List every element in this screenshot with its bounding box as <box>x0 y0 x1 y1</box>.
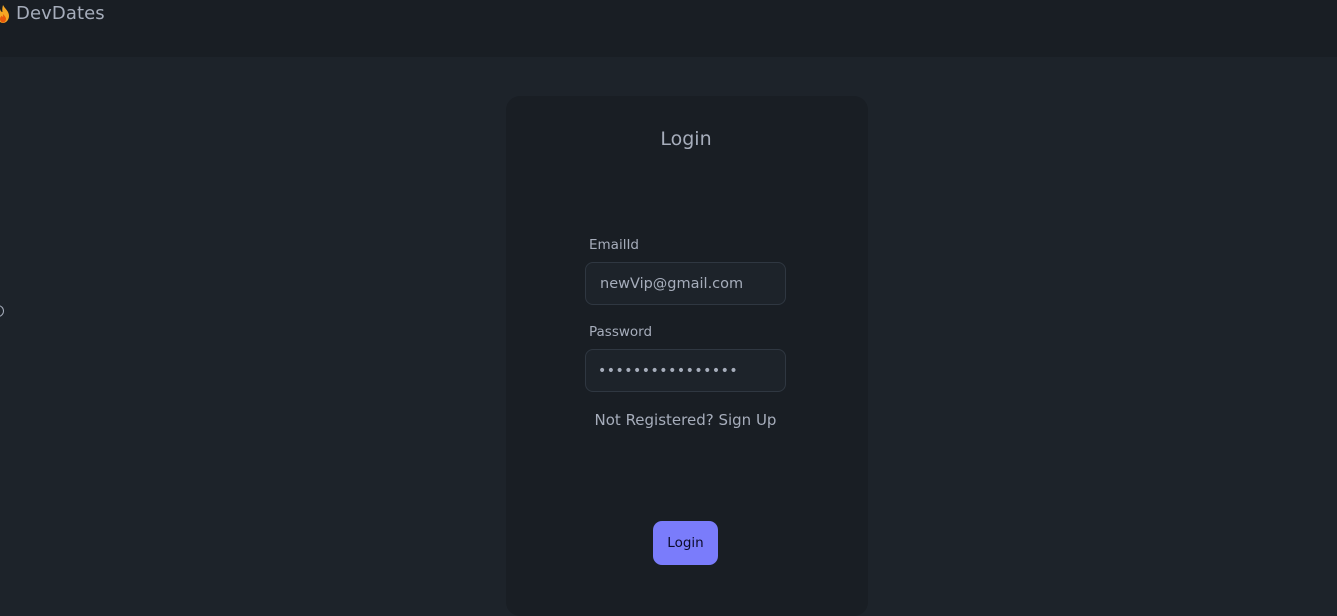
brand-logo[interactable]: DevDates <box>0 3 105 24</box>
password-value: •••••••••••••••• <box>598 362 739 379</box>
email-field[interactable]: newVip@gmail.com <box>585 262 786 305</box>
navbar: DevDates <box>0 0 1337 57</box>
flame-icon <box>0 4 9 23</box>
login-button[interactable]: Login <box>653 521 718 565</box>
edge-handle <box>0 305 4 317</box>
brand-name: DevDates <box>16 3 105 24</box>
login-title: Login <box>660 128 712 150</box>
password-label: Password <box>589 324 653 340</box>
login-button-label: Login <box>667 535 704 551</box>
password-field[interactable]: •••••••••••••••• <box>585 349 786 392</box>
signup-link[interactable]: Not Registered? Sign Up <box>585 411 786 429</box>
email-label: EmailId <box>589 237 640 253</box>
email-value: newVip@gmail.com <box>600 275 744 292</box>
